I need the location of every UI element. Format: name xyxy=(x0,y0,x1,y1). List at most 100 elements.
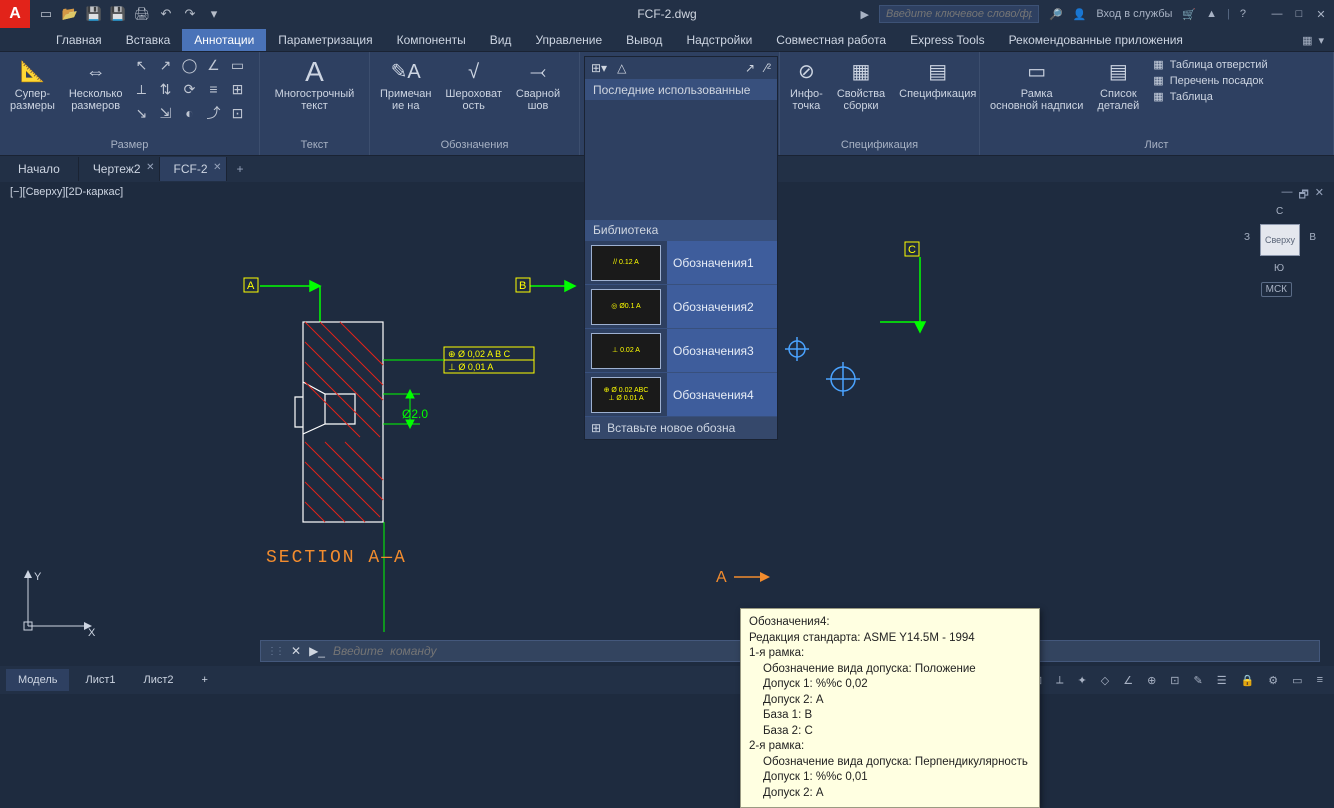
tab-param[interactable]: Параметризация xyxy=(266,29,384,51)
app-store-icon[interactable]: ▲ xyxy=(1206,8,1217,20)
grip-icon[interactable]: ⋮⋮ xyxy=(267,646,283,657)
panel-title-text[interactable]: Текст xyxy=(260,137,369,155)
search-input[interactable] xyxy=(879,5,1039,23)
dim-icon[interactable]: ∠ xyxy=(204,56,222,74)
new-icon[interactable]: ▭ xyxy=(38,6,54,22)
layout-tab-sheet2[interactable]: Лист2 xyxy=(132,669,186,691)
gallery-tool-icon[interactable]: ⁄² xyxy=(765,61,771,75)
status-icon[interactable]: ∠ xyxy=(1118,670,1138,691)
add-file-tab[interactable]: + xyxy=(227,158,254,180)
open-icon[interactable]: 📂 xyxy=(62,6,78,22)
close-tab-icon[interactable]: ✕ xyxy=(213,162,221,173)
file-tab-start[interactable]: Начало xyxy=(4,157,79,181)
status-icon[interactable]: ⊕ xyxy=(1142,670,1161,691)
app-menu-button[interactable]: A xyxy=(0,0,30,28)
status-icon[interactable]: ▭ xyxy=(1287,670,1307,691)
status-menu-icon[interactable]: ≡ xyxy=(1312,670,1328,690)
gallery-item[interactable]: ◎ Ø0.1 AОбозначения2 xyxy=(585,284,777,328)
status-ortho-icon[interactable]: ⟂ xyxy=(1051,670,1068,691)
view-cube[interactable]: С З В Ю Сверху xyxy=(1246,206,1314,274)
dim-icon[interactable]: ◯ xyxy=(180,56,198,74)
tab-view[interactable]: Вид xyxy=(478,29,524,51)
tab-home[interactable]: Главная xyxy=(44,29,114,51)
status-icon[interactable]: ☰ xyxy=(1212,670,1232,691)
status-polar-icon[interactable]: ✦ xyxy=(1073,670,1092,691)
status-icon[interactable]: 🔒 xyxy=(1236,670,1260,691)
dim-icon[interactable]: ↖ xyxy=(132,56,150,74)
user-icon[interactable]: 👤 xyxy=(1073,8,1087,21)
vp-restore-icon[interactable]: 🗗 xyxy=(1298,186,1308,205)
gallery-tool-icon[interactable]: △ xyxy=(617,61,626,75)
dim-icon[interactable]: ⇅ xyxy=(156,80,174,98)
dim-icon[interactable]: ≡ xyxy=(204,80,222,98)
search-play-icon[interactable]: ▶ xyxy=(860,8,868,21)
dim-icon[interactable]: ↗ xyxy=(156,56,174,74)
login-label[interactable]: Вход в службы xyxy=(1096,8,1172,20)
tab-addins[interactable]: Надстройки xyxy=(674,29,764,51)
maximize-button[interactable]: □ xyxy=(1292,8,1306,21)
dim-icon[interactable]: ↘ xyxy=(132,104,150,122)
multi-dim-button[interactable]: ⇔Несколько размеров xyxy=(65,56,127,114)
vp-close-icon[interactable]: ✕ xyxy=(1315,186,1324,205)
ribbon-collapse-icon[interactable]: ▾ xyxy=(1318,34,1324,47)
cube-face[interactable]: Сверху xyxy=(1260,224,1300,256)
dim-icon[interactable]: ◐ xyxy=(180,104,198,122)
note-button[interactable]: ✎AПримечан ие на xyxy=(376,56,435,114)
panel-title-symbols[interactable]: Обозначения xyxy=(370,137,579,155)
gallery-tool-icon[interactable]: ↗ xyxy=(745,61,755,75)
tab-apps[interactable]: Рекомендованные приложения xyxy=(997,29,1195,51)
layout-tab-model[interactable]: Модель xyxy=(6,669,69,691)
layout-tab-sheet1[interactable]: Лист1 xyxy=(73,669,127,691)
gallery-item[interactable]: ⊕ Ø 0.02 ABC⊥ Ø 0.01 AОбозначения4 xyxy=(585,372,777,416)
gallery-insert-new[interactable]: ⊞Вставьте новое обозна xyxy=(585,416,777,439)
dim-icon[interactable]: ⊞ xyxy=(228,80,246,98)
hole-table-button[interactable]: ▦Таблица отверстий xyxy=(1153,58,1267,71)
super-dim-button[interactable]: 📐Супер- размеры xyxy=(6,56,59,114)
qat-more-icon[interactable]: ▾ xyxy=(206,6,222,22)
panel-title-sheet[interactable]: Лист xyxy=(980,137,1333,155)
fit-list-button[interactable]: ▦Перечень посадок xyxy=(1153,74,1267,87)
plot-icon[interactable]: 🖨 xyxy=(134,6,150,22)
redo-icon[interactable]: ↷ xyxy=(182,6,198,22)
file-tab-drawing2[interactable]: Чертеж2✕ xyxy=(79,157,160,181)
dim-icon[interactable]: ⟳ xyxy=(180,80,198,98)
panel-title-spec[interactable]: Спецификация xyxy=(780,137,979,155)
help-icon[interactable]: ? xyxy=(1240,8,1246,20)
close-cmd-icon[interactable]: ✕ xyxy=(291,644,301,658)
tab-express[interactable]: Express Tools xyxy=(898,29,996,51)
partslist-button[interactable]: ▤Список деталей xyxy=(1093,56,1143,114)
dim-icon[interactable]: ⤴ xyxy=(204,104,222,122)
layout-tab-add[interactable]: + xyxy=(190,669,220,691)
status-osnap-icon[interactable]: ◇ xyxy=(1096,670,1114,691)
file-tab-fcf2[interactable]: FCF-2✕ xyxy=(160,157,227,181)
coord-system-label[interactable]: МСК xyxy=(1261,282,1292,297)
infopoint-button[interactable]: ⊘Инфо- точка xyxy=(786,56,827,114)
gallery-item[interactable]: // 0.12 AОбозначения1 xyxy=(585,240,777,284)
mtext-button[interactable]: AМногострочный текст xyxy=(271,56,359,114)
status-icon[interactable]: ⊡ xyxy=(1165,670,1184,691)
gallery-item[interactable]: ⊥ 0.02 AОбозначения3 xyxy=(585,328,777,372)
gallery-tool-icon[interactable]: ⊞▾ xyxy=(591,61,607,75)
status-icon[interactable]: ✎ xyxy=(1189,670,1208,691)
asm-props-button[interactable]: ▦Свойства сборки xyxy=(833,56,889,114)
panel-title-dimension[interactable]: Размер xyxy=(0,137,259,155)
dim-icon[interactable]: ▭ xyxy=(228,56,246,74)
tab-insert[interactable]: Вставка xyxy=(114,29,183,51)
saveas-icon[interactable]: 💾 xyxy=(110,6,126,22)
close-button[interactable]: ✕ xyxy=(1314,8,1328,21)
save-icon[interactable]: 💾 xyxy=(86,6,102,22)
weld-button[interactable]: ⤙Сварной шов xyxy=(512,56,564,114)
close-tab-icon[interactable]: ✕ xyxy=(146,162,154,173)
dim-icon[interactable]: ⇲ xyxy=(156,104,174,122)
spec-button[interactable]: ▤Спецификация xyxy=(895,56,980,102)
tab-components[interactable]: Компоненты xyxy=(385,29,478,51)
undo-icon[interactable]: ↶ xyxy=(158,6,174,22)
dim-icon[interactable]: ⟂ xyxy=(132,80,150,98)
dim-icon[interactable]: ⊡ xyxy=(228,104,246,122)
tab-manage[interactable]: Управление xyxy=(523,29,614,51)
tab-collab[interactable]: Совместная работа xyxy=(764,29,898,51)
infocenter-icon[interactable]: 🔎 xyxy=(1049,8,1063,21)
status-icon[interactable]: ⚙ xyxy=(1263,670,1283,691)
titleblock-button[interactable]: ▭Рамка основной надписи xyxy=(986,56,1087,114)
tab-output[interactable]: Вывод xyxy=(614,29,674,51)
